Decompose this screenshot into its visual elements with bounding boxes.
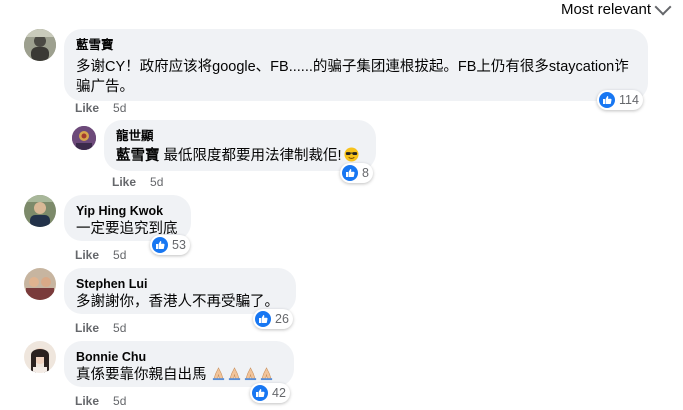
comment-text: 真係要靠你親自出馬	[76, 367, 207, 383]
avatar[interactable]	[24, 341, 56, 373]
reply-text: 最低限度都要用法律制裁佢!	[159, 148, 342, 164]
reply-text-line: 藍雪寶 最低限度都要用法律制裁佢!	[116, 146, 364, 166]
comment-actions: Like 5d	[75, 394, 126, 408]
comment-actions: Like 5d	[75, 248, 126, 262]
like-button[interactable]: Like	[112, 175, 136, 189]
reaction-count[interactable]: 42	[250, 383, 290, 403]
comment-text: 多謝謝你，香港人不再受騙了。	[76, 294, 279, 310]
reaction-number: 42	[272, 386, 286, 400]
like-thumb-icon	[252, 385, 268, 401]
reaction-count[interactable]: 8	[340, 163, 373, 183]
sunglasses-emoji-icon	[344, 147, 359, 162]
reaction-number: 53	[172, 238, 186, 252]
avatar[interactable]	[24, 268, 56, 300]
timestamp[interactable]: 5d	[113, 248, 126, 262]
comment-author[interactable]: Bonnie Chu	[76, 349, 282, 365]
like-thumb-icon	[255, 311, 271, 327]
comment-actions: Like 5d	[75, 101, 126, 115]
timestamp[interactable]: 5d	[113, 394, 126, 408]
avatar[interactable]	[24, 195, 56, 227]
avatar[interactable]	[24, 29, 56, 61]
comment-author[interactable]: Yip Hing Kwok	[76, 203, 179, 219]
like-thumb-icon	[342, 165, 358, 181]
comment-text-line: 真係要靠你親自出馬	[76, 365, 282, 385]
comment-actions: Like 5d	[75, 321, 126, 335]
reaction-number: 8	[362, 166, 369, 180]
reply-author[interactable]: 龍世顯	[116, 128, 364, 144]
like-thumb-icon	[152, 237, 168, 253]
reaction-number: 26	[275, 312, 289, 326]
comment-text: 多谢CY！政府应该将google、FB......的骗子集团連根拔起。FB上仍有…	[76, 59, 629, 75]
comment-text: 骗广告。	[76, 79, 134, 95]
like-button[interactable]: Like	[75, 248, 99, 262]
reaction-number: 114	[619, 93, 639, 107]
reaction-count[interactable]: 53	[150, 235, 190, 255]
reply-bubble: 龍世顯 藍雪寶 最低限度都要用法律制裁佢!	[104, 120, 376, 171]
comment-author[interactable]: Stephen Lui	[76, 276, 284, 292]
timestamp[interactable]: 5d	[113, 101, 126, 115]
sort-dropdown[interactable]: Most relevant	[560, 0, 672, 18]
timestamp[interactable]: 5d	[113, 321, 126, 335]
mention-link[interactable]: 藍雪寶	[116, 148, 160, 164]
comment-bubble: Bonnie Chu 真係要靠你親自出馬	[64, 341, 294, 387]
like-thumb-icon	[599, 92, 615, 108]
like-button[interactable]: Like	[75, 321, 99, 335]
like-button[interactable]: Like	[75, 101, 99, 115]
comment-bubble: 藍雪寶 多谢CY！政府应该将google、FB......的骗子集团連根拔起。F…	[64, 29, 648, 101]
timestamp[interactable]: 5d	[150, 175, 163, 189]
reaction-count[interactable]: 114	[597, 90, 643, 110]
like-button[interactable]: Like	[75, 394, 99, 408]
reply-actions: Like 5d	[112, 175, 163, 189]
sort-label: Most relevant	[560, 1, 651, 18]
chevron-down-icon	[654, 0, 672, 15]
praying-hands-emoji-icon	[211, 366, 274, 381]
avatar[interactable]	[72, 126, 96, 150]
comment-bubble: Stephen Lui 多謝謝你，香港人不再受騙了。	[64, 268, 296, 314]
reaction-count[interactable]: 26	[253, 309, 293, 329]
comment-author[interactable]: 藍雪寶	[76, 37, 636, 53]
